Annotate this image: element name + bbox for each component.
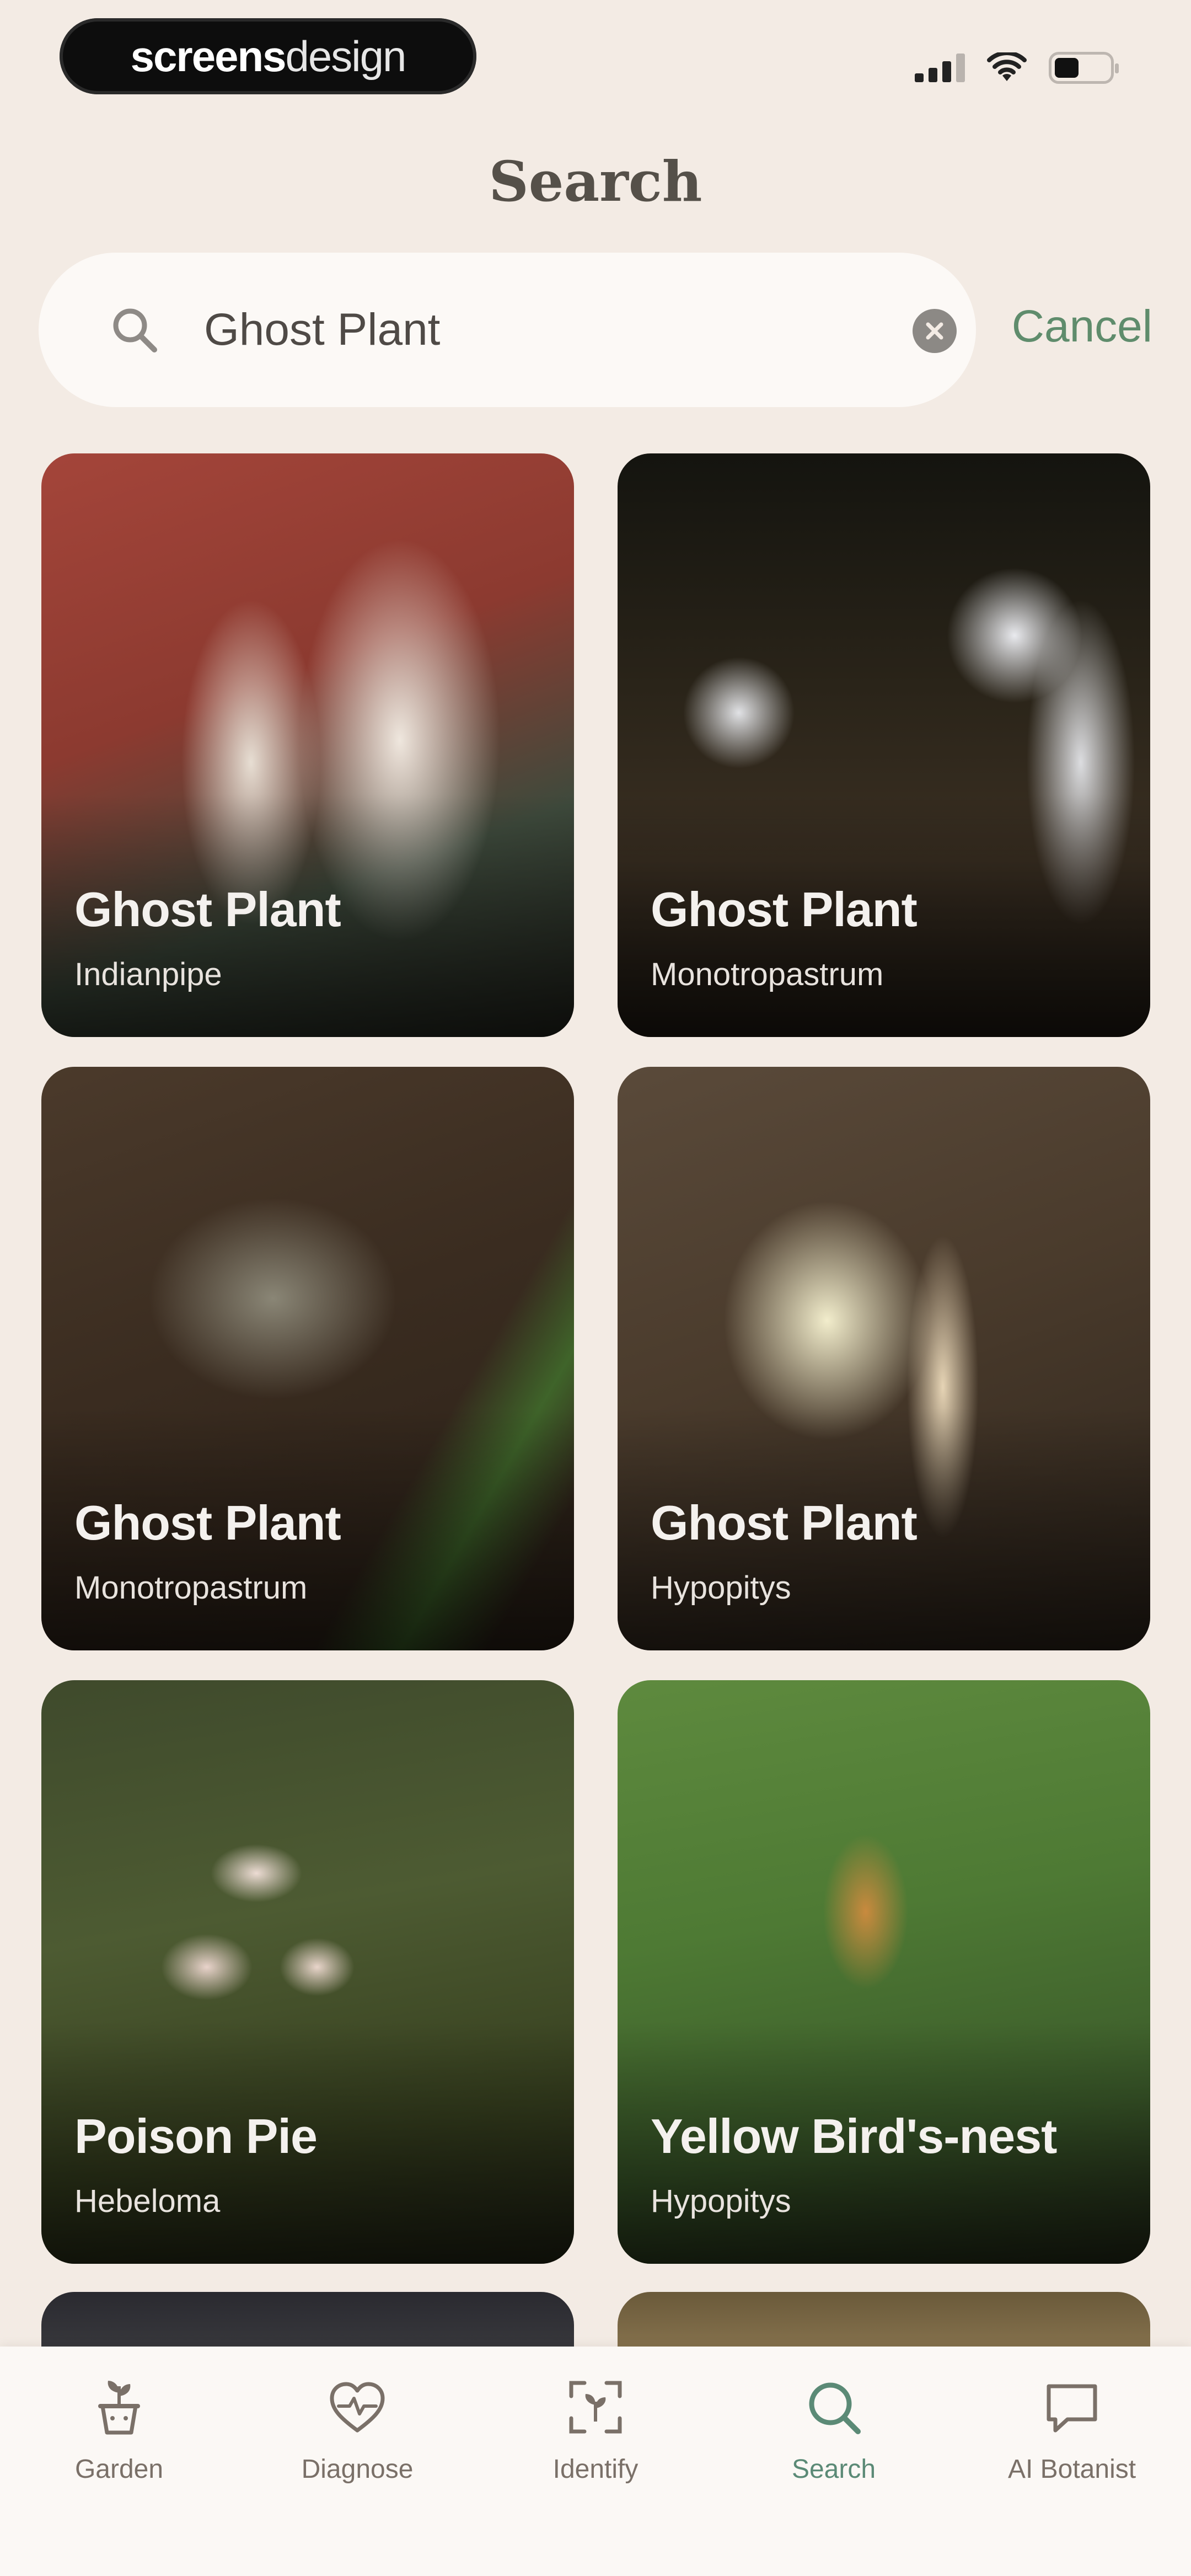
chat-bubble-icon — [1047, 2384, 1097, 2433]
tab-label: Garden — [74, 2455, 164, 2484]
result-scientific-name: Monotropastrum — [74, 1570, 308, 1606]
result-card[interactable]: Poison Pie Hebeloma — [41, 1680, 574, 2264]
wifi-icon — [987, 52, 1027, 81]
tab-ai-botanist[interactable]: AI Botanist — [953, 2347, 1191, 2576]
brand-logo-part2: design — [285, 31, 407, 81]
result-card[interactable]: Ghost Plant Monotropastrum — [41, 1067, 574, 1650]
result-scientific-name: Hypopitys — [651, 2183, 791, 2219]
result-card[interactable]: Yellow Bird's-nest Hypopitys — [618, 1680, 1150, 2264]
plant-pot-icon — [98, 2381, 140, 2435]
result-name: Ghost Plant — [651, 882, 918, 937]
status-bar: screens design — [0, 0, 1191, 121]
search-icon — [113, 308, 157, 352]
brand-logo-part1: screens — [130, 31, 287, 81]
result-scientific-name: Indianpipe — [74, 956, 222, 992]
search-bar[interactable] — [39, 253, 976, 407]
tab-search[interactable]: Search — [715, 2347, 953, 2576]
result-name: Ghost Plant — [74, 1495, 341, 1550]
tab-identify[interactable]: Identify — [476, 2347, 715, 2576]
cellular-signal-icon — [915, 54, 965, 82]
tab-label: Search — [791, 2455, 876, 2484]
result-scientific-name: Hypopitys — [651, 1570, 791, 1606]
battery-level — [1055, 58, 1079, 78]
brand-logo: screens design — [60, 18, 476, 94]
scan-icon — [569, 2381, 622, 2434]
result-scientific-name: Monotropastrum — [651, 956, 884, 992]
tab-diagnose[interactable]: Diagnose — [238, 2347, 476, 2576]
result-name: Ghost Plant — [651, 1495, 918, 1550]
tab-label: Identify — [552, 2455, 639, 2484]
tab-bar: Garden Diagnose Identify Search AI Botan… — [0, 2347, 1191, 2576]
result-name: Yellow Bird's-nest — [651, 2109, 1057, 2163]
page-title: Search — [489, 149, 702, 214]
result-name: Ghost Plant — [74, 882, 341, 937]
result-name: Poison Pie — [74, 2109, 318, 2163]
cancel-button[interactable]: Cancel — [1012, 301, 1152, 352]
battery-icon — [1049, 52, 1119, 84]
search-input[interactable] — [204, 291, 899, 368]
tab-label: Diagnose — [301, 2455, 414, 2484]
heart-pulse-icon — [330, 2382, 385, 2433]
clear-search-button[interactable] — [913, 309, 957, 353]
result-card[interactable]: Ghost Plant Indianpipe — [41, 453, 574, 1037]
clear-icon — [926, 322, 943, 340]
result-scientific-name: Hebeloma — [74, 2183, 221, 2219]
search-icon — [809, 2382, 861, 2434]
status-icons — [915, 49, 1119, 87]
result-card[interactable]: Ghost Plant Monotropastrum — [618, 453, 1150, 1037]
tab-garden[interactable]: Garden — [0, 2347, 238, 2576]
tab-label: AI Botanist — [1007, 2455, 1136, 2484]
result-card[interactable]: Ghost Plant Hypopitys — [618, 1067, 1150, 1650]
